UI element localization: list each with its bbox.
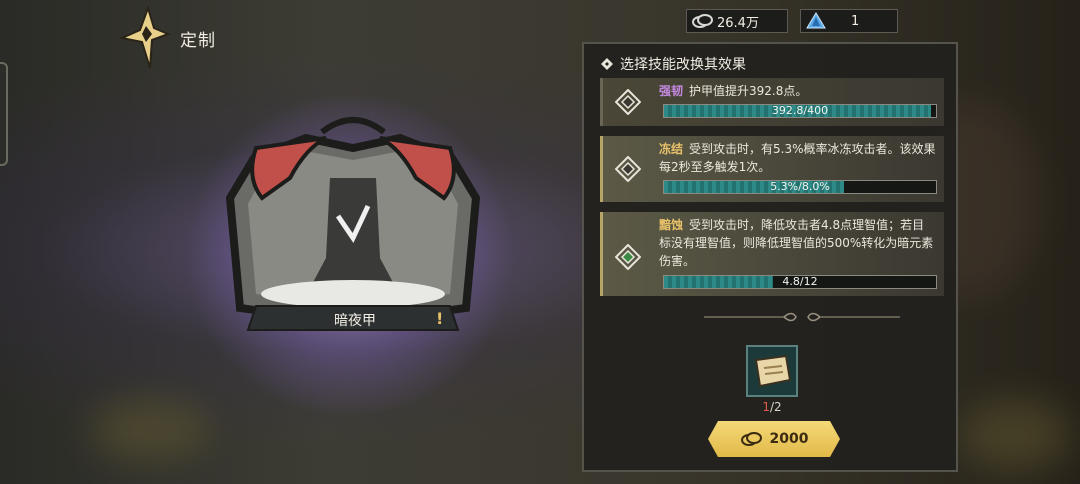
crystal-amount: 1 (851, 13, 860, 29)
back-arrow-icon (118, 4, 171, 69)
skill-description: 强韧 护甲值提升392.8点。 (659, 82, 936, 100)
material-need: 2 (774, 400, 782, 414)
cost-amount: 2000 (769, 431, 809, 447)
material-slot[interactable] (746, 345, 798, 397)
coin-stack-icon (687, 10, 717, 32)
skill-text: 受到攻击时，有5.3%概率冰冻攻击者。该效果每2秒至多触发1次。 (659, 142, 936, 174)
scroll-icon (754, 354, 792, 388)
warning-icon[interactable]: ! (436, 309, 443, 328)
coin-stack-icon (740, 431, 762, 447)
ornament-divider (704, 312, 900, 322)
skill-option-3[interactable]: 黯蚀 受到攻击时，降低攻击者4.8点理智值；若目标没有理智值，则降低理智值的500… (600, 212, 944, 296)
diamond-bullet-icon (601, 58, 613, 70)
background-blob (90, 400, 210, 460)
resource-crystal: 1 (800, 9, 898, 33)
diamond-icon (615, 244, 641, 270)
page-title: 定制 (180, 31, 216, 51)
skill-keyword: 强韧 (659, 84, 684, 98)
progress-label: 392.8/400 (771, 104, 829, 117)
progress-label: 4.8/12 (782, 275, 818, 288)
skill-progress-bar: 5.3%/8.0% (663, 180, 937, 194)
skill-text: 受到攻击时，降低攻击者4.8点理智值；若目标没有理智值，则降低理智值的500%转… (659, 218, 934, 268)
skill-progress-bar: 392.8/400 (663, 104, 937, 118)
skill-description: 冻结 受到攻击时，有5.3%概率冰冻攻击者。该效果每2秒至多触发1次。 (659, 140, 936, 176)
skill-option-1[interactable]: 强韧 护甲值提升392.8点。 392.8/400 (600, 78, 944, 126)
panel-heading-text: 选择技能改换其效果 (620, 57, 746, 73)
skill-text: 护甲值提升392.8点。 (689, 84, 808, 98)
item-name: 暗夜甲 (334, 313, 376, 329)
material-have: 1 (762, 400, 770, 414)
skill-description: 黯蚀 受到攻击时，降低攻击者4.8点理智值；若目标没有理智值，则降低理智值的500… (659, 216, 936, 270)
background-blob (960, 400, 1070, 470)
armor-illustration (226, 117, 480, 331)
skill-keyword: 黯蚀 (659, 218, 684, 232)
back-button[interactable] (118, 4, 171, 70)
skill-option-2[interactable]: 冻结 受到攻击时，有5.3%概率冰冻攻击者。该效果每2秒至多触发1次。 5.3%/… (600, 136, 944, 202)
material-count: 1/2 (762, 400, 782, 414)
diamond-icon (615, 156, 641, 182)
progress-label: 5.3%/8.0% (770, 180, 830, 193)
panel-heading: 选择技能改换其效果 (600, 54, 746, 74)
skill-keyword: 冻结 (659, 142, 684, 156)
resource-coins: 26.4万 (686, 9, 788, 33)
side-tab[interactable] (0, 62, 8, 166)
diamond-icon (615, 89, 641, 115)
blue-crystal-icon (801, 10, 831, 32)
skill-progress-bar: 4.8/12 (663, 275, 937, 289)
customize-button[interactable]: 2000 (708, 421, 840, 457)
coin-amount: 26.4万 (717, 15, 759, 31)
